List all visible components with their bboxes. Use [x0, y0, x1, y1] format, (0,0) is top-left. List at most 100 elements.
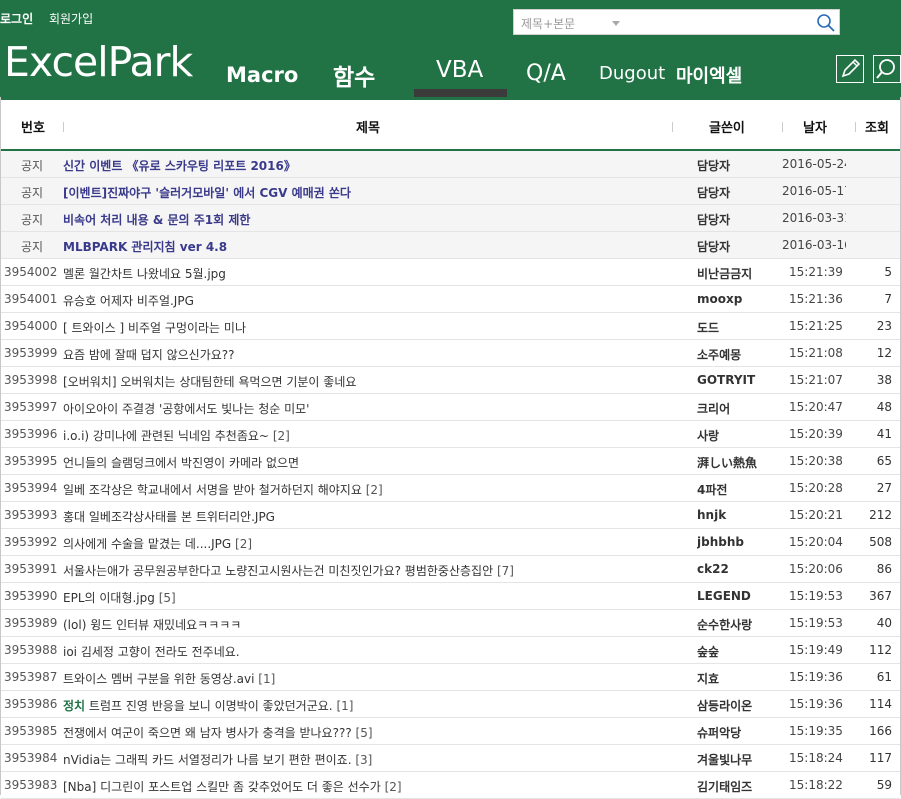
post-title-link[interactable]: 신간 이벤트 《유로 스카우팅 리포트 2016》 — [63, 157, 688, 174]
post-author[interactable]: 삼등라이온 — [697, 697, 777, 714]
post-title-link[interactable]: [ 트와이스 ] 비주얼 구멍이라는 미나 — [63, 319, 688, 336]
notice-row[interactable]: 공지 비속어 처리 내용 & 문의 주1회 제한 담당자 2016-03-31 — [1, 205, 900, 232]
post-title[interactable]: 홍대 일베조각상사태를 본 트위터리안.JPG — [63, 510, 275, 524]
table-row[interactable]: 3953990 EPL의 이대형.jpg [5] LEGEND 15:19:53 367 — [1, 583, 900, 610]
nav-qa[interactable]: Q/A — [526, 61, 566, 86]
notice-row[interactable]: 공지 신간 이벤트 《유로 스카우팅 리포트 2016》 담당자 2016-05-24 — [1, 151, 900, 178]
post-author[interactable]: 슈퍼악당 — [697, 724, 777, 741]
post-title-link[interactable]: ioi 김세정 고향이 전라도 전주네요. — [63, 643, 688, 660]
table-row[interactable]: 3954001 유승호 어제자 비주얼.JPG mooxp 15:21:36 7 — [1, 286, 900, 313]
post-title[interactable]: 유승호 어제자 비주얼.JPG — [63, 294, 194, 308]
post-title[interactable]: 의사에게 수술을 맡겼는 데....JPG — [63, 537, 231, 551]
post-author[interactable]: 담당자 — [697, 184, 777, 201]
post-title-link[interactable]: MLBPARK 관리지침 ver 4.8 — [63, 238, 688, 255]
write-button[interactable] — [836, 55, 864, 83]
post-author[interactable]: 湃しい熱魚 — [697, 454, 777, 471]
post-title-link[interactable]: 유승호 어제자 비주얼.JPG — [63, 292, 688, 309]
nav-macro[interactable]: Macro — [226, 63, 298, 87]
post-title-link[interactable]: 요즘 밤에 잘때 덥지 않으신가요?? — [63, 346, 688, 363]
post-author[interactable]: 4파전 — [697, 481, 777, 498]
table-row[interactable]: 3953992 의사에게 수술을 맡겼는 데....JPG [2] jbhbhb 15… — [1, 529, 900, 556]
post-title[interactable]: ioi 김세정 고향이 전라도 전주네요. — [63, 645, 240, 659]
table-row[interactable]: 3953984 nVidia는 그래픽 카드 서열정리가 나름 보기 편한 편이죠… — [1, 745, 900, 772]
post-title-link[interactable]: 전쟁에서 여군이 죽으면 왜 남자 병사가 충격을 받나요??? [5] — [63, 724, 688, 741]
post-author[interactable]: 겨울빛나무 — [697, 751, 777, 768]
table-row[interactable]: 3953989 (lol) 윙드 인터뷰 재밌네요ㅋㅋㅋㅋ 순수한사랑 15:19:5… — [1, 610, 900, 637]
post-title[interactable]: 멜론 월간차트 나왔네요 5월.jpg — [63, 267, 226, 281]
post-title[interactable]: 서울사는애가 공무원공부한다고 노량진고시원사는건 미친짓인가요? 평범한중산층… — [63, 564, 493, 578]
post-title-link[interactable]: 서울사는애가 공무원공부한다고 노량진고시원사는건 미친짓인가요? 평범한중산층… — [63, 562, 688, 579]
post-author[interactable]: mooxp — [697, 292, 777, 306]
table-row[interactable]: 3953986 정치 트럼프 진영 반응을 보니 이명박이 좋았던거군요. [1]… — [1, 691, 900, 718]
post-author[interactable]: 비난금금지 — [697, 265, 777, 282]
signup-link[interactable]: 회원가입 — [49, 12, 93, 26]
chevron-down-icon[interactable] — [612, 21, 620, 26]
post-title-link[interactable]: 언니들의 슬램덩크에서 박진영이 카메라 없으면 — [63, 454, 688, 471]
post-title[interactable]: 비속어 처리 내용 & 문의 주1회 제한 — [63, 213, 250, 227]
table-row[interactable]: 3954002 멜론 월간차트 나왔네요 5월.jpg 비난금금지 15:21:39 5 — [1, 259, 900, 286]
post-title[interactable]: 일베 조각상은 학교내에서 서명을 받아 철거하던지 해야지요 — [63, 483, 362, 497]
table-row[interactable]: 3953988 ioi 김세정 고향이 전라도 전주네요. 숲숲 15:19:49 11… — [1, 637, 900, 664]
post-author[interactable]: 소주예몽 — [697, 346, 777, 363]
post-title-link[interactable]: 아이오아이 주결경 '공항에서도 빛나는 청순 미모' — [63, 400, 688, 417]
post-author[interactable]: 담당자 — [697, 211, 777, 228]
post-title[interactable]: 트와이스 멤버 구분을 위한 동영상.avi — [63, 672, 254, 686]
post-author[interactable]: ck22 — [697, 562, 777, 576]
table-row[interactable]: 3953997 아이오아이 주결경 '공항에서도 빛나는 청순 미모' 크리어 15:… — [1, 394, 900, 421]
post-title-link[interactable]: 의사에게 수술을 맡겼는 데....JPG [2] — [63, 535, 688, 552]
post-title-link[interactable]: 멜론 월간차트 나왔네요 5월.jpg — [63, 265, 688, 282]
table-row[interactable]: 3953987 트와이스 멤버 구분을 위한 동영상.avi [1] 지효 15:19… — [1, 664, 900, 691]
nav-dugout[interactable]: Dugout — [599, 63, 665, 84]
post-title-link[interactable]: [이벤트]진짜야구 '슬러거모바일' 에서 CGV 예매권 쏜다 — [63, 184, 688, 201]
search-bar[interactable]: 제목+본문 — [513, 9, 840, 35]
post-author[interactable]: 순수한사랑 — [697, 616, 777, 633]
post-title[interactable]: 아이오아이 주결경 '공항에서도 빛나는 청순 미모' — [63, 402, 309, 416]
search-toggle-button[interactable] — [873, 55, 901, 83]
table-row[interactable]: 3953993 홍대 일베조각상사태를 본 트위터리안.JPG hnjk 15:20:… — [1, 502, 900, 529]
post-title-link[interactable]: 홍대 일베조각상사태를 본 트위터리안.JPG — [63, 508, 688, 525]
post-title[interactable]: [Nba] 디그린이 포스트업 스킬만 좀 갖추었어도 더 좋은 선수가 — [63, 780, 381, 794]
search-scope-select[interactable]: 제목+본문 — [521, 15, 575, 32]
nav-my-excel[interactable]: 마이엑셀 — [676, 62, 742, 88]
table-row[interactable]: 3954000 [ 트와이스 ] 비주얼 구멍이라는 미나 도드 15:21:25 23 — [1, 313, 900, 340]
login-link[interactable]: 로그인 — [0, 12, 33, 26]
post-title[interactable]: (lol) 윙드 인터뷰 재밌네요ㅋㅋㅋㅋ — [63, 618, 241, 632]
post-title[interactable]: EPL의 이대형.jpg — [63, 591, 155, 605]
post-author[interactable]: jbhbhb — [697, 535, 777, 549]
post-author[interactable]: 지효 — [697, 670, 777, 687]
table-row[interactable]: 3953998 [오버워치] 오버워치는 상대팀한테 욕먹으면 기분이 좋네요 GO… — [1, 367, 900, 394]
post-author[interactable]: 담당자 — [697, 157, 777, 174]
post-title[interactable]: 언니들의 슬램덩크에서 박진영이 카메라 없으면 — [63, 456, 299, 470]
post-title-link[interactable]: 트와이스 멤버 구분을 위한 동영상.avi [1] — [63, 670, 688, 687]
post-title[interactable]: 전쟁에서 여군이 죽으면 왜 남자 병사가 충격을 받나요??? — [63, 726, 352, 740]
table-row[interactable]: 3953985 전쟁에서 여군이 죽으면 왜 남자 병사가 충격을 받나요??? … — [1, 718, 900, 745]
post-title[interactable]: 트럼프 진영 반응을 보니 이명박이 좋았던거군요. — [89, 699, 333, 713]
post-title[interactable]: i.o.i) 강미나에 관련된 닉네임 추천좀요~ — [63, 429, 269, 443]
post-title[interactable]: 요즘 밤에 잘때 덥지 않으신가요?? — [63, 348, 235, 362]
post-author[interactable]: 숲숲 — [697, 643, 777, 660]
post-author[interactable]: GOTRYIT — [697, 373, 777, 387]
nav-functions[interactable]: 함수 — [333, 58, 375, 92]
post-author[interactable]: LEGEND — [697, 589, 777, 603]
table-row[interactable]: 3953991 서울사는애가 공무원공부한다고 노량진고시원사는건 미친짓인가요?… — [1, 556, 900, 583]
post-author[interactable]: 도드 — [697, 319, 777, 336]
notice-row[interactable]: 공지 MLBPARK 관리지침 ver 4.8 담당자 2016-03-16 — [1, 232, 900, 259]
post-title-link[interactable]: 일베 조각상은 학교내에서 서명을 받아 철거하던지 해야지요 [2] — [63, 481, 688, 498]
post-author[interactable]: 사랑 — [697, 427, 777, 444]
post-title-link[interactable]: 정치 트럼프 진영 반응을 보니 이명박이 좋았던거군요. [1] — [63, 697, 688, 714]
notice-row[interactable]: 공지 [이벤트]진짜야구 '슬러거모바일' 에서 CGV 예매권 쏜다 담당자 201… — [1, 178, 900, 205]
post-title[interactable]: [이벤트]진짜야구 '슬러거모바일' 에서 CGV 예매권 쏜다 — [63, 186, 351, 200]
post-title-link[interactable]: nVidia는 그래픽 카드 서열정리가 나름 보기 편한 편이죠. [3] — [63, 751, 688, 768]
post-title-link[interactable]: [Nba] 디그린이 포스트업 스킬만 좀 갖추었어도 더 좋은 선수가 [2] — [63, 778, 688, 795]
site-logo[interactable]: ExcelPark — [4, 42, 193, 83]
post-title-link[interactable]: 비속어 처리 내용 & 문의 주1회 제한 — [63, 211, 688, 228]
table-row[interactable]: 3953994 일베 조각상은 학교내에서 서명을 받아 철거하던지 해야지요 [… — [1, 475, 900, 502]
post-title-link[interactable]: [오버워치] 오버워치는 상대팀한테 욕먹으면 기분이 좋네요 — [63, 373, 688, 390]
search-icon[interactable] — [816, 13, 836, 37]
post-title[interactable]: nVidia는 그래픽 카드 서열정리가 나름 보기 편한 편이죠. — [63, 753, 352, 767]
post-author[interactable]: 김기태임즈 — [697, 778, 777, 795]
table-row[interactable]: 3953995 언니들의 슬램덩크에서 박진영이 카메라 없으면 湃しい熱魚 15:2… — [1, 448, 900, 475]
post-title[interactable]: [오버워치] 오버워치는 상대팀한테 욕먹으면 기분이 좋네요 — [63, 375, 356, 389]
table-row[interactable]: 3953999 요즘 밤에 잘때 덥지 않으신가요?? 소주예몽 15:21:08 12 — [1, 340, 900, 367]
post-author[interactable]: 담당자 — [697, 238, 777, 255]
